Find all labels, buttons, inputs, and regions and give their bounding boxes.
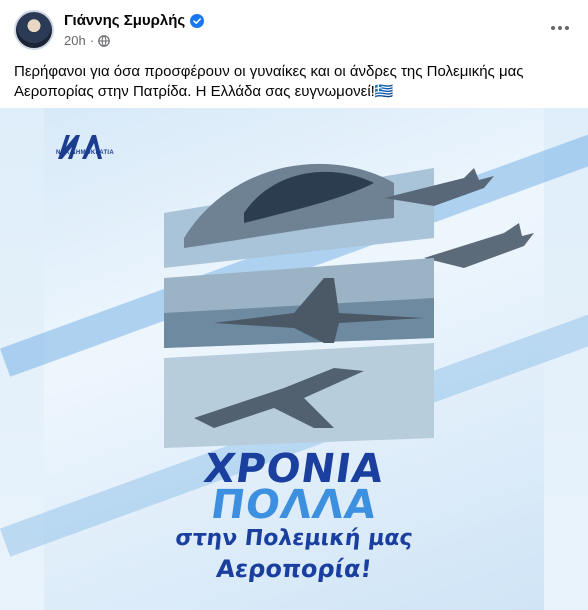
headline-line-2: ΠΟΛΛΑ (208, 482, 380, 528)
post-meta: 20h · (64, 33, 110, 48)
facebook-post: Γιάννης Σμυρλής 20h · Περήφανοι για όσα … (0, 0, 588, 610)
headline-line-3: στην Πολεμική μας (174, 526, 414, 551)
post-image[interactable]: ΝΕΑ ΔΗΜΟΚΡΑΤΙΑ ΧΡΟΝΙΑ ΠΟΛΛΑ στην Πολεμικ… (0, 108, 588, 610)
globe-icon[interactable] (98, 34, 110, 47)
nd-logo-icon (58, 135, 102, 159)
meta-separator: · (89, 33, 95, 48)
post-timestamp[interactable]: 20h (64, 33, 86, 48)
avatar[interactable] (14, 10, 54, 50)
logo-text: ΝΕΑ ΔΗΜΟΚΡΑΤΙΑ (56, 150, 115, 156)
author-name[interactable]: Γιάννης Σμυρλής (64, 12, 185, 29)
verified-badge-icon (190, 13, 205, 28)
author-row: Γιάννης Σμυρλής (64, 12, 205, 29)
post-header: Γιάννης Σμυρλής 20h · (14, 10, 574, 52)
image-artwork: ΝΕΑ ΔΗΜΟΚΡΑΤΙΑ ΧΡΟΝΙΑ ΠΟΛΛΑ στην Πολεμικ… (0, 108, 588, 610)
post-text: Περήφανοι για όσα προσφέρουν οι γυναίκες… (14, 63, 524, 100)
headline-line-4: Αεροπορία! (214, 555, 373, 583)
fighter-jets-illustration (164, 163, 534, 448)
more-dots-icon (551, 26, 569, 30)
more-options-button[interactable] (546, 14, 574, 42)
